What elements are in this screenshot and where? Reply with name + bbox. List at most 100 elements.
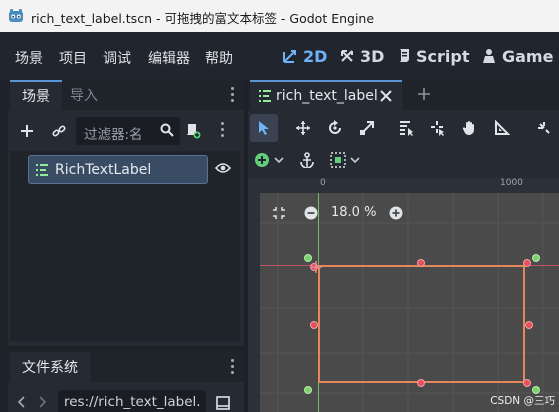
- select-tool-button[interactable]: [250, 114, 278, 142]
- instance-scene-button[interactable]: [46, 118, 72, 144]
- horizontal-ruler: 0 1000: [248, 178, 559, 193]
- resize-handle-left[interactable]: [310, 321, 318, 329]
- ruler-label-0: 0: [320, 178, 326, 188]
- rich-text-label-icon: [36, 163, 48, 176]
- filesystem-dock: 文件系统 res://rich_text_label.: [8, 352, 244, 412]
- back-icon[interactable]: [18, 396, 26, 408]
- zoom-out-icon[interactable]: [304, 206, 318, 220]
- add-child-options-button[interactable]: [254, 146, 284, 174]
- tab-scene[interactable]: 场景: [10, 80, 62, 110]
- origin-cross-icon: [310, 261, 322, 273]
- tab-filesystem[interactable]: 文件系统: [10, 352, 90, 382]
- 2d-icon: [283, 50, 296, 63]
- anchor-icon: [300, 152, 314, 168]
- dock-menu-icon[interactable]: [231, 87, 235, 105]
- resize-handle-bottom-right[interactable]: [523, 379, 531, 387]
- 3d-icon: [341, 50, 353, 62]
- watermark-text: CSDN @三巧: [490, 395, 555, 407]
- chevron-down-icon: [350, 157, 360, 163]
- menu-editor[interactable]: 编辑器: [148, 48, 190, 68]
- rich-text-label-icon: [259, 90, 271, 102]
- tab-filesystem-label: 文件系统: [22, 360, 78, 376]
- mode-2d-button[interactable]: 2D: [282, 44, 327, 68]
- anchor-handle-bottom-left[interactable]: [304, 386, 312, 394]
- scene-dock: 场景 导入 过滤器:名 RichTextLabel: [8, 80, 244, 346]
- tab-import[interactable]: 导入: [70, 80, 98, 110]
- add-node-button[interactable]: [14, 118, 40, 144]
- window-title: rich_text_label.tscn - 可拖拽的富文本标签 - Godot…: [31, 11, 375, 26]
- add-script-icon: [186, 124, 201, 139]
- mode-3d-label: 3D: [360, 46, 385, 66]
- window-titlebar: rich_text_label.tscn - 可拖拽的富文本标签 - Godot…: [0, 0, 559, 32]
- rich-text-label-selection[interactable]: [318, 265, 525, 383]
- game-icon: [483, 49, 495, 63]
- move-tool-button[interactable]: [289, 114, 317, 142]
- menubar: 场景 项目 调试 编辑器 帮助 2D 3D Script Game: [0, 32, 559, 80]
- mode-game-button[interactable]: Game: [481, 44, 553, 68]
- rotate-icon: [329, 120, 341, 134]
- chevron-down-icon: [274, 157, 284, 163]
- new-scene-tab-icon[interactable]: [416, 86, 432, 102]
- resize-handle-right[interactable]: [525, 321, 533, 329]
- godot-logo-icon: [9, 9, 23, 22]
- plus-icon: [21, 125, 33, 137]
- tree-item-richtextlabel[interactable]: RichTextLabel: [28, 155, 208, 184]
- add-circle-icon: [255, 153, 269, 167]
- script-icon: [399, 49, 409, 62]
- ruler-icon: [495, 120, 510, 135]
- fs-dock-tabbar: 文件系统: [8, 352, 244, 382]
- node-filter-input[interactable]: 过滤器:名: [76, 117, 180, 145]
- layout-options-button[interactable]: [330, 146, 360, 174]
- resize-handle-top-right[interactable]: [523, 259, 531, 267]
- menu-project[interactable]: 项目: [59, 48, 87, 68]
- list-select-icon: [400, 121, 413, 136]
- scene-tabs: rich_text_label: [248, 80, 559, 110]
- eye-icon[interactable]: [215, 162, 231, 174]
- forward-icon[interactable]: [38, 396, 46, 408]
- rotate-tool-button[interactable]: [321, 114, 349, 142]
- scene-tree-menu-icon[interactable]: [221, 122, 225, 140]
- tree-item-label: RichTextLabel: [55, 161, 152, 178]
- snap-icon: [538, 122, 550, 134]
- scale-tool-button[interactable]: [353, 114, 381, 142]
- scene-tab-label: rich_text_label: [276, 88, 378, 104]
- mode-2d-label: 2D: [303, 46, 328, 66]
- ruler-label-1000: 1000: [500, 178, 523, 188]
- anchor-button[interactable]: [299, 146, 315, 174]
- attach-script-button[interactable]: [180, 118, 206, 144]
- menu-help[interactable]: 帮助: [205, 48, 233, 68]
- close-icon[interactable]: [380, 90, 392, 102]
- zoom-in-icon[interactable]: [389, 206, 403, 220]
- fs-menu-icon[interactable]: [231, 359, 235, 377]
- ruler-tool-button[interactable]: [488, 114, 516, 142]
- mode-script-button[interactable]: Script: [397, 44, 469, 68]
- zoom-level[interactable]: 18.0 %: [331, 205, 376, 220]
- mode-3d-button[interactable]: 3D: [339, 44, 384, 68]
- scale-icon: [360, 121, 374, 135]
- scene-editor: rich_text_label 0 1000 18.0 % CSDN @三巧: [248, 80, 559, 412]
- resize-handle-bottom[interactable]: [417, 379, 425, 387]
- pan-tool-button[interactable]: [456, 114, 484, 142]
- scene-tab-rich-text-label[interactable]: rich_text_label: [250, 80, 402, 110]
- 2d-viewport[interactable]: 0 1000 18.0 % CSDN @三巧: [248, 178, 559, 412]
- zoom-controls: 18.0 %: [304, 205, 403, 220]
- menu-debug[interactable]: 调试: [103, 48, 131, 68]
- menu-scene[interactable]: 场景: [15, 48, 43, 68]
- fs-path-value: res://rich_text_label.: [64, 394, 201, 410]
- list-selection-button[interactable]: [392, 114, 420, 142]
- node-filter-placeholder: 过滤器:名: [84, 127, 143, 143]
- hand-icon: [462, 121, 474, 135]
- fs-path-input[interactable]: res://rich_text_label.: [58, 390, 206, 412]
- smart-snap-button[interactable]: [530, 114, 558, 142]
- pointer-icon: [259, 121, 269, 135]
- anchor-handle-top-right[interactable]: [532, 254, 540, 262]
- vertical-ruler: [248, 193, 260, 412]
- move-icon: [296, 121, 310, 135]
- split-view-icon[interactable]: [216, 396, 230, 410]
- link-icon: [52, 125, 66, 137]
- resize-handle-top[interactable]: [417, 259, 425, 267]
- tab-import-label: 导入: [70, 88, 98, 104]
- center-view-icon[interactable]: [272, 206, 286, 220]
- pivot-tool-button[interactable]: [424, 114, 452, 142]
- scene-tree: RichTextLabel: [10, 151, 240, 341]
